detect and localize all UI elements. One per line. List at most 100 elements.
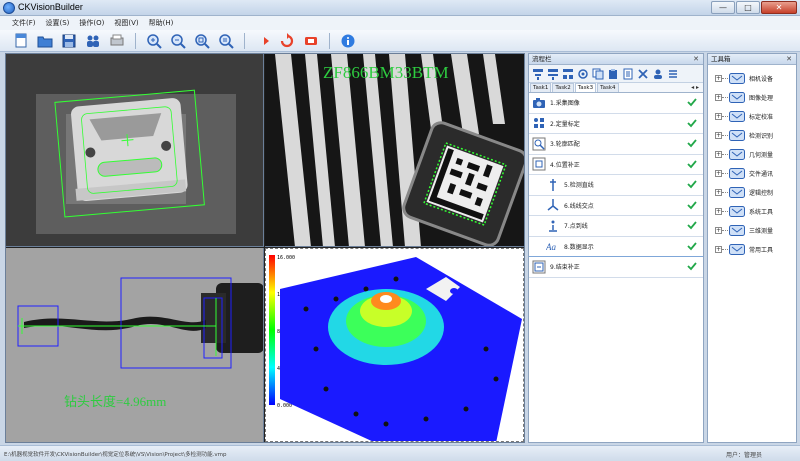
image-pane-3d-heightmap[interactable]: 16.000 12.000 8.000 4.000 0.000 <box>265 248 524 442</box>
toolbox-category-label: 检测识别 <box>749 133 774 140</box>
flow-step[interactable]: 6.线线交点 <box>529 196 703 216</box>
toolbox-category[interactable]: + 检测识别 <box>708 126 796 145</box>
toolbox-header: 工具箱 ✕ <box>708 54 796 65</box>
tab-scroll-arrows-icon[interactable]: ◂ ▸ <box>691 84 699 91</box>
run-once-icon[interactable] <box>254 32 272 50</box>
flow-list-icon[interactable] <box>667 68 679 80</box>
current-user: 用户：管理员 <box>726 452 763 459</box>
toolbox-title: 工具箱 <box>711 55 731 63</box>
toolbox-category[interactable]: + 三维测量 <box>708 221 796 240</box>
add-step-icon[interactable] <box>532 68 544 80</box>
insert-step-icon[interactable] <box>547 68 559 80</box>
camera-icon <box>532 96 546 110</box>
stop-icon[interactable] <box>302 32 320 50</box>
check-icon <box>687 220 697 232</box>
intersection-icon <box>546 198 560 212</box>
toolbox-category[interactable]: + 常用工具 <box>708 240 796 259</box>
close-button[interactable]: ✕ <box>761 1 797 14</box>
toolbar-separator <box>135 32 136 49</box>
toolbox-tree: + 相机设备 + 图像处理 + 标定校准 + 检测识别 + 几何测量 + 交件通讯 + 逻辑控… <box>708 65 796 259</box>
print-icon[interactable] <box>108 32 126 50</box>
menu-bar: 文件(F) 设置(S) 操作(O) 视图(V) 帮助(H) <box>0 16 800 30</box>
flow-step-label: 1.采集图像 <box>550 100 580 108</box>
expand-icon[interactable]: + <box>715 151 722 158</box>
toolbox-category[interactable]: + 系统工具 <box>708 202 796 221</box>
expand-icon[interactable]: + <box>715 208 722 215</box>
menu-file[interactable]: 文件(F) <box>12 18 36 28</box>
expand-icon[interactable]: + <box>715 94 722 101</box>
expand-icon[interactable]: + <box>715 170 722 177</box>
tool-folder-icon <box>729 73 745 84</box>
window-title: CKVisionBuilder <box>18 2 83 12</box>
expand-icon[interactable]: + <box>715 189 722 196</box>
zoom-in-icon[interactable] <box>145 32 163 50</box>
flow-step[interactable]: 4.位置补正 <box>529 155 703 175</box>
users-icon[interactable] <box>84 32 102 50</box>
zoom-fit-icon[interactable] <box>193 32 211 50</box>
check-icon <box>687 200 697 212</box>
tool-folder-icon <box>729 225 745 236</box>
zoom-actual-icon[interactable] <box>217 32 235 50</box>
run-loop-icon[interactable] <box>278 32 296 50</box>
image-pane-ocr-datamatrix[interactable]: ZF866BM33BTM <box>265 54 524 247</box>
zoom-out-icon[interactable] <box>169 32 187 50</box>
toolbox-close-icon[interactable]: ✕ <box>786 54 792 64</box>
tree-connector <box>722 116 728 117</box>
tree-connector <box>722 192 728 193</box>
tab-task3[interactable]: Task3 <box>574 83 597 92</box>
flow-step[interactable]: 7.点到线 <box>529 216 703 237</box>
image-viewport[interactable]: ZF866BM33BTM 钻头长度=4.96mm 16.000 0.000 <box>5 53 525 443</box>
svg-text:Aa: Aa <box>546 242 556 252</box>
flow-step-label: 2.定量标定 <box>550 120 580 128</box>
tree-connector <box>722 97 728 98</box>
tree-connector <box>722 78 728 79</box>
delete-step-icon[interactable] <box>637 68 649 80</box>
toolbox-category-label: 相机设备 <box>749 76 774 83</box>
flow-step[interactable]: 9.结束补正 <box>529 257 703 278</box>
flow-step[interactable]: 2.定量标定 <box>529 114 703 134</box>
expand-icon[interactable]: + <box>715 132 722 139</box>
copy-step-icon[interactable] <box>592 68 604 80</box>
image-pane-drill-measure[interactable]: 钻头长度=4.96mm <box>6 248 264 442</box>
menu-settings[interactable]: 设置(S) <box>46 18 70 28</box>
open-folder-icon[interactable] <box>36 32 54 50</box>
save-icon[interactable] <box>60 32 78 50</box>
expand-icon[interactable]: + <box>715 113 722 120</box>
tab-task4[interactable]: Task4 <box>597 83 619 92</box>
user-icon[interactable] <box>652 68 664 80</box>
ocr-result-text: ZF866BM33BTM <box>323 63 449 82</box>
flow-step[interactable]: Aa 8.数据显示 <box>529 237 703 257</box>
toolbox-category[interactable]: + 图像处理 <box>708 88 796 107</box>
clipboard-icon[interactable] <box>622 68 634 80</box>
menu-help[interactable]: 帮助(H) <box>149 18 174 28</box>
minimize-button[interactable]: — <box>711 1 735 14</box>
toolbox-category[interactable]: + 标定校准 <box>708 107 796 126</box>
tab-task2[interactable]: Task2 <box>552 83 574 92</box>
new-icon[interactable] <box>12 32 30 50</box>
tab-task1[interactable]: Task1 <box>530 83 552 92</box>
flow-step[interactable]: 1.采集图像 <box>529 93 703 114</box>
maximize-button[interactable]: □ <box>736 1 760 14</box>
toolbox-category[interactable]: + 相机设备 <box>708 69 796 88</box>
config-step-icon[interactable] <box>577 68 589 80</box>
image-pane-template-match[interactable] <box>6 54 264 247</box>
expand-icon[interactable]: + <box>715 246 722 253</box>
expand-icon[interactable]: + <box>715 227 722 234</box>
end-icon <box>532 260 546 274</box>
toolbox-category-label: 几何测量 <box>749 152 774 159</box>
toolbox-category[interactable]: + 交件通讯 <box>708 164 796 183</box>
flow-step[interactable]: 5.检测直线 <box>529 175 703 196</box>
paste-step-icon[interactable] <box>607 68 619 80</box>
info-icon[interactable] <box>339 32 357 50</box>
window-controls: — □ ✕ <box>711 1 797 14</box>
flow-panel-close-icon[interactable]: ✕ <box>693 54 699 64</box>
menu-view[interactable]: 视图(V) <box>114 18 138 28</box>
expand-icon[interactable]: + <box>715 75 722 82</box>
tool-folder-icon <box>729 149 745 160</box>
tree-connector <box>722 230 728 231</box>
menu-operate[interactable]: 操作(O) <box>79 18 104 28</box>
toolbox-category[interactable]: + 几何测量 <box>708 145 796 164</box>
toolbox-category[interactable]: + 逻辑控制 <box>708 183 796 202</box>
branch-step-icon[interactable] <box>562 68 574 80</box>
flow-step[interactable]: 3.轮廓匹配 <box>529 134 703 155</box>
